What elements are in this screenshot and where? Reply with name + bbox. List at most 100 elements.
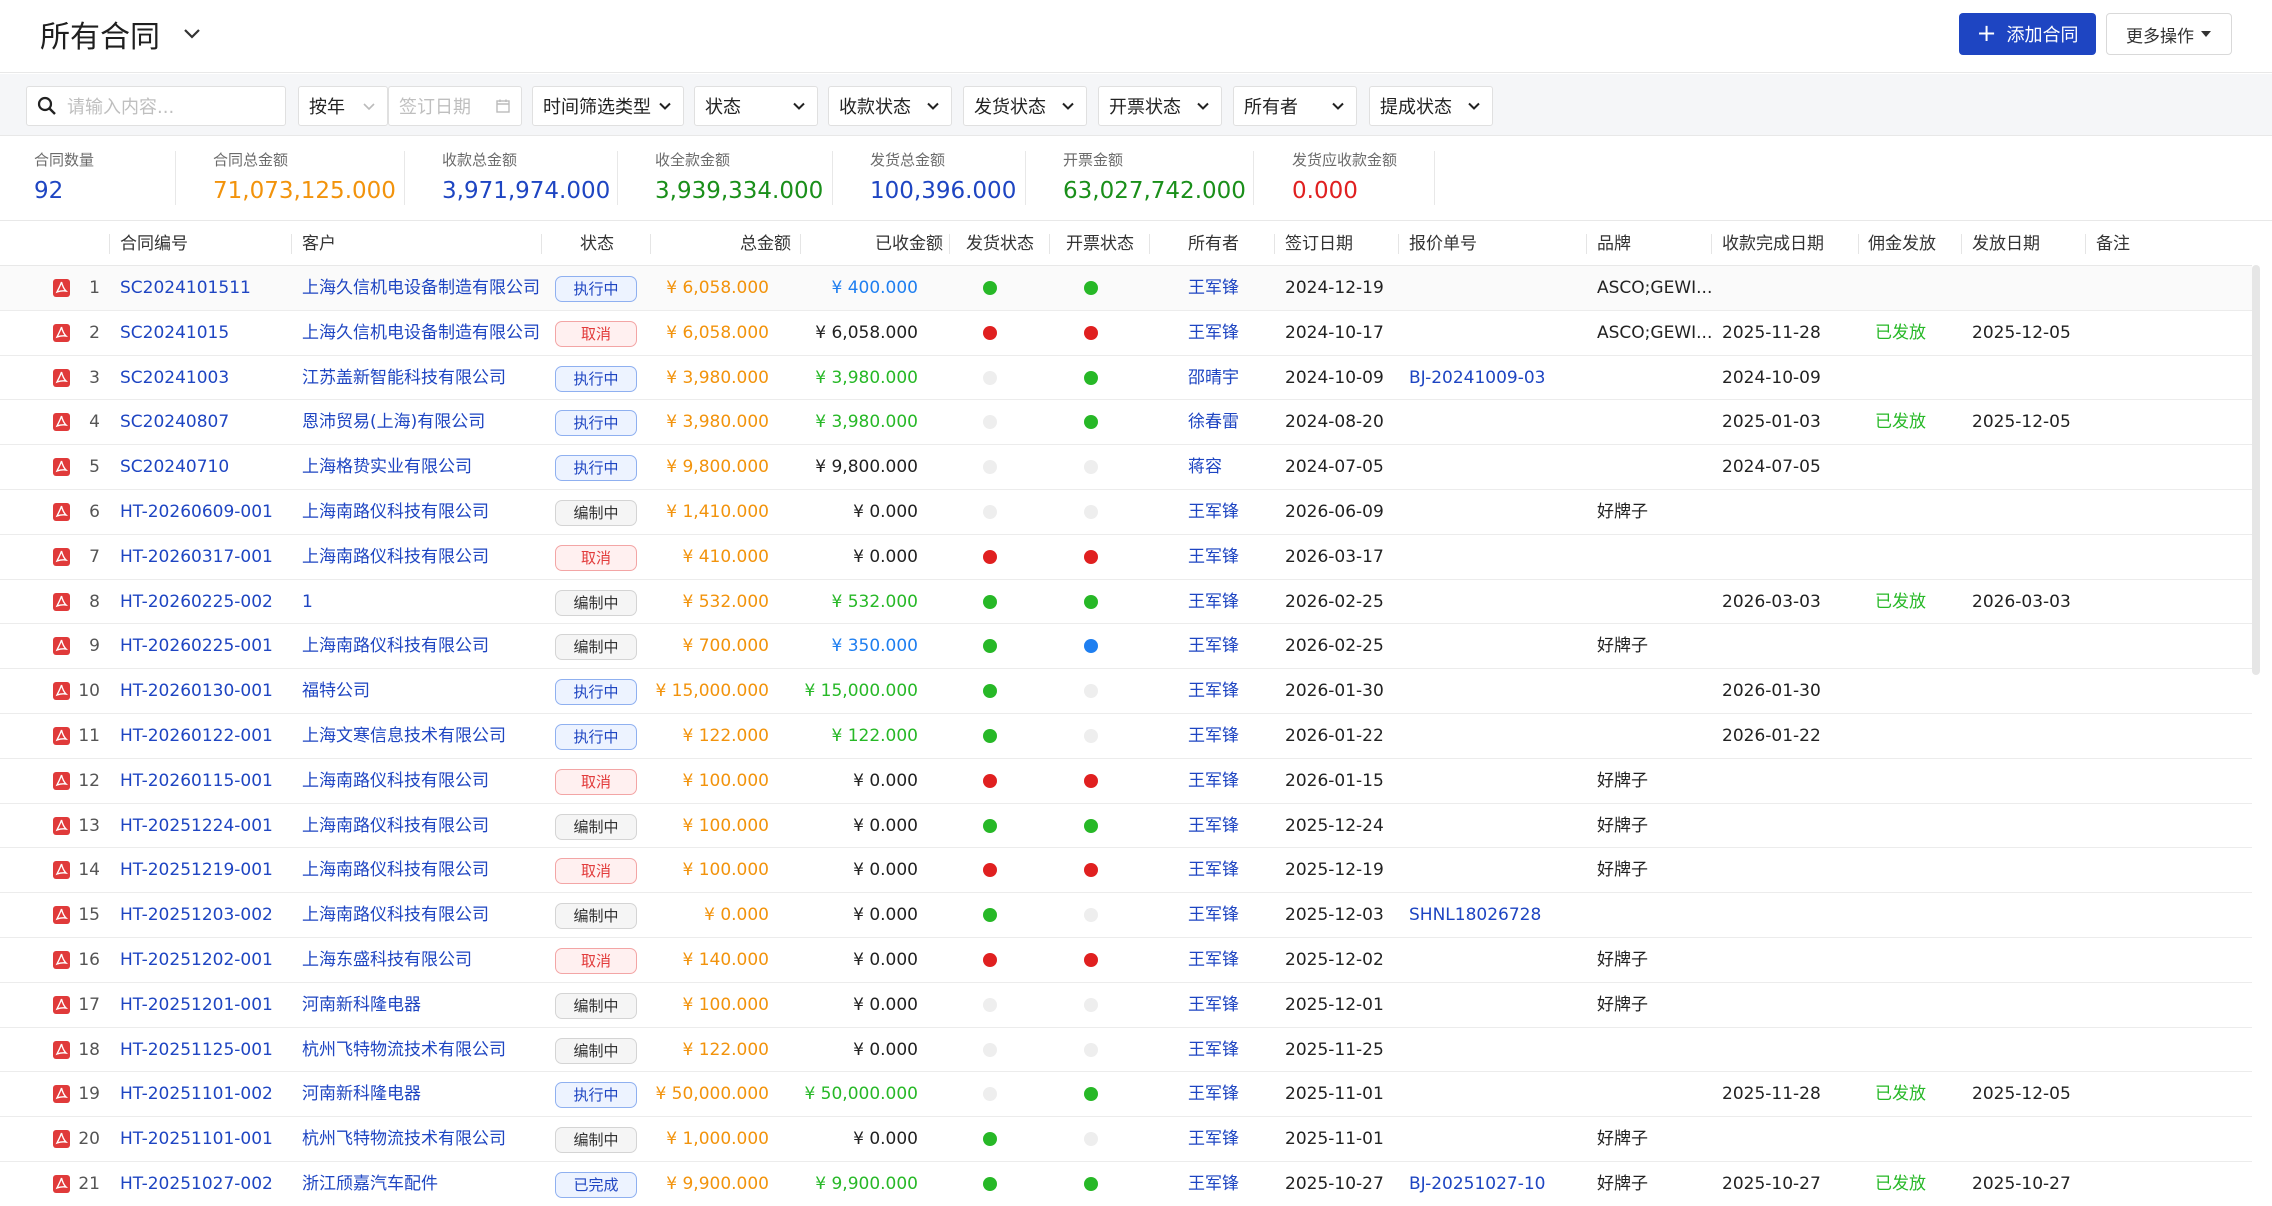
contract-code-link[interactable]: HT-20260225-002 <box>120 580 273 624</box>
contract-code-link[interactable]: HT-20251203-002 <box>120 893 273 937</box>
customer-link[interactable]: 上海东盛科技有限公司 <box>302 938 472 982</box>
owner-link[interactable]: 蒋容 <box>1188 445 1222 489</box>
shipping-status-select[interactable]: 发货状态 <box>963 86 1087 126</box>
owner-link[interactable]: 王军锋 <box>1188 311 1239 355</box>
column-header[interactable]: 品牌 <box>1597 222 1631 266</box>
pdf-icon[interactable] <box>53 458 70 477</box>
column-header[interactable]: 总金额 <box>740 222 791 266</box>
pdf-icon[interactable] <box>53 413 70 432</box>
table-row[interactable]: 18 HT-20251125-001 杭州飞特物流技术有限公司 编制中 ¥ 122.00… <box>0 1028 2252 1073</box>
pdf-icon[interactable] <box>53 1040 70 1059</box>
customer-link[interactable]: 上海南路仪科技有限公司 <box>302 624 489 668</box>
customer-link[interactable]: 浙江颀嘉汽车配件 <box>302 1162 438 1206</box>
table-row[interactable]: 6 HT-20260609-001 上海南路仪科技有限公司 编制中 ¥ 1,410.00… <box>0 490 2252 535</box>
table-row[interactable]: 4 SC20240807 恩沛贸易(上海)有限公司 执行中 ¥ 3,980.000 ¥ 3… <box>0 400 2252 446</box>
customer-link[interactable]: 福特公司 <box>302 669 370 713</box>
column-header[interactable]: 发放日期 <box>1972 222 2040 266</box>
period-select[interactable]: 按年 <box>298 86 388 126</box>
contract-code-link[interactable]: HT-20251219-001 <box>120 848 273 892</box>
pdf-icon[interactable] <box>53 995 70 1014</box>
owner-link[interactable]: 王军锋 <box>1188 938 1239 982</box>
invoice-status-select[interactable]: 开票状态 <box>1098 86 1222 126</box>
customer-link[interactable]: 上海久信机电设备制造有限公司 <box>302 311 540 355</box>
add-contract-button[interactable]: + 添加合同 <box>1959 13 2096 55</box>
column-header[interactable]: 已收金额 <box>875 222 943 266</box>
contract-code-link[interactable]: HT-20251125-001 <box>120 1028 273 1072</box>
pdf-icon[interactable] <box>53 323 70 342</box>
pdf-icon[interactable] <box>53 726 70 745</box>
table-row[interactable]: 5 SC20240710 上海格贽实业有限公司 执行中 ¥ 9,800.000 ¥ 9,8… <box>0 445 2252 490</box>
contract-code-link[interactable]: HT-20260225-001 <box>120 624 273 668</box>
receipt-status-select[interactable]: 收款状态 <box>828 86 952 126</box>
customer-link[interactable]: 江苏盖新智能科技有限公司 <box>302 356 506 400</box>
table-row[interactable]: 11 HT-20260122-001 上海文寒信息技术有限公司 执行中 ¥ 122.00… <box>0 714 2252 759</box>
pdf-icon[interactable] <box>53 1085 70 1104</box>
owner-link[interactable]: 王军锋 <box>1188 580 1239 624</box>
pdf-icon[interactable] <box>53 502 70 521</box>
quote-number-link[interactable]: SHNL18026728 <box>1409 893 1541 937</box>
table-row[interactable]: 14 HT-20251219-001 上海南路仪科技有限公司 取消 ¥ 100.000 ¥… <box>0 848 2252 894</box>
table-row[interactable]: 15 HT-20251203-002 上海南路仪科技有限公司 编制中 ¥ 0.000 ¥ … <box>0 893 2252 938</box>
column-header[interactable]: 状态 <box>580 222 614 266</box>
pdf-icon[interactable] <box>53 592 70 611</box>
column-header[interactable]: 收款完成日期 <box>1722 222 1824 266</box>
pdf-icon[interactable] <box>53 771 70 790</box>
table-row[interactable]: 10 HT-20260130-001 福特公司 执行中 ¥ 15,000.000 ¥ 15… <box>0 669 2252 714</box>
customer-link[interactable]: 1 <box>302 580 313 624</box>
contract-code-link[interactable]: HT-20251224-001 <box>120 804 273 848</box>
customer-link[interactable]: 杭州飞特物流技术有限公司 <box>302 1117 506 1161</box>
owner-link[interactable]: 邵晴宇 <box>1188 356 1239 400</box>
owner-link[interactable]: 王军锋 <box>1188 893 1239 937</box>
column-header[interactable]: 备注 <box>2096 222 2130 266</box>
owner-link[interactable]: 王军锋 <box>1188 1117 1239 1161</box>
customer-link[interactable]: 河南新科隆电器 <box>302 983 421 1027</box>
contract-code-link[interactable]: SC20240710 <box>120 445 229 489</box>
contract-code-link[interactable]: HT-20251101-001 <box>120 1117 273 1161</box>
owner-link[interactable]: 王军锋 <box>1188 490 1239 534</box>
customer-link[interactable]: 上海南路仪科技有限公司 <box>302 490 489 534</box>
table-row[interactable]: 16 HT-20251202-001 上海东盛科技有限公司 取消 ¥ 140.000 ¥ … <box>0 938 2252 983</box>
pdf-icon[interactable] <box>53 637 70 656</box>
table-row[interactable]: 12 HT-20260115-001 上海南路仪科技有限公司 取消 ¥ 100.000 ¥… <box>0 759 2252 804</box>
table-row[interactable]: 20 HT-20251101-001 杭州飞特物流技术有限公司 编制中 ¥ 1,000.… <box>0 1117 2252 1162</box>
customer-link[interactable]: 上海南路仪科技有限公司 <box>302 535 489 579</box>
pdf-icon[interactable] <box>53 906 70 925</box>
contract-code-link[interactable]: HT-20260122-001 <box>120 714 273 758</box>
contract-code-link[interactable]: HT-20251027-002 <box>120 1162 273 1206</box>
owner-link[interactable]: 王军锋 <box>1188 1162 1239 1206</box>
table-row[interactable]: 19 HT-20251101-002 河南新科隆电器 执行中 ¥ 50,000.000 ¥… <box>0 1072 2252 1118</box>
customer-link[interactable]: 河南新科隆电器 <box>302 1072 421 1116</box>
owner-link[interactable]: 王军锋 <box>1188 804 1239 848</box>
table-row[interactable]: 13 HT-20251224-001 上海南路仪科技有限公司 编制中 ¥ 100.000… <box>0 804 2252 849</box>
chevron-down-icon[interactable] <box>182 24 202 44</box>
owner-link[interactable]: 王军锋 <box>1188 983 1239 1027</box>
scrollbar[interactable] <box>2252 265 2260 675</box>
contract-code-link[interactable]: SC20241015 <box>120 311 229 355</box>
owner-link[interactable]: 王军锋 <box>1188 535 1239 579</box>
table-row[interactable]: 21 HT-20251027-002 浙江颀嘉汽车配件 已完成 ¥ 9,900.000 ¥… <box>0 1162 2252 1206</box>
column-header[interactable]: 所有者 <box>1188 222 1239 266</box>
contract-code-link[interactable]: HT-20260609-001 <box>120 490 273 534</box>
customer-link[interactable]: 上海南路仪科技有限公司 <box>302 893 489 937</box>
owner-link[interactable]: 王军锋 <box>1188 624 1239 668</box>
table-row[interactable]: 2 SC20241015 上海久信机电设备制造有限公司 取消 ¥ 6,058.000 ¥ … <box>0 311 2252 356</box>
owner-link[interactable]: 王军锋 <box>1188 848 1239 892</box>
pdf-icon[interactable] <box>53 816 70 835</box>
contract-code-link[interactable]: HT-20251201-001 <box>120 983 273 1027</box>
customer-link[interactable]: 上海南路仪科技有限公司 <box>302 804 489 848</box>
pdf-icon[interactable] <box>53 368 70 387</box>
column-header[interactable]: 签订日期 <box>1285 222 1353 266</box>
quote-number-link[interactable]: BJ-20241009-03 <box>1409 356 1546 400</box>
table-row[interactable]: 9 HT-20260225-001 上海南路仪科技有限公司 编制中 ¥ 700.000 ¥… <box>0 624 2252 670</box>
time-filter-type-select[interactable]: 时间筛选类型 <box>532 86 684 126</box>
contract-code-link[interactable]: HT-20260317-001 <box>120 535 273 579</box>
column-header[interactable]: 发货状态 <box>966 222 1034 266</box>
customer-link[interactable]: 恩沛贸易(上海)有限公司 <box>302 400 485 444</box>
title-dropdown[interactable]: 所有合同 <box>40 12 202 56</box>
table-row[interactable]: 1 SC2024101511 上海久信机电设备制造有限公司 执行中 ¥ 6,058.00… <box>0 266 2252 311</box>
submit-status-select[interactable]: 提成状态 <box>1369 86 1493 126</box>
column-header[interactable]: 佣金发放 <box>1868 222 1936 266</box>
contract-code-link[interactable]: HT-20260130-001 <box>120 669 273 713</box>
sign-date-picker[interactable]: 签订日期 <box>388 86 522 126</box>
customer-link[interactable]: 上海南路仪科技有限公司 <box>302 759 489 803</box>
